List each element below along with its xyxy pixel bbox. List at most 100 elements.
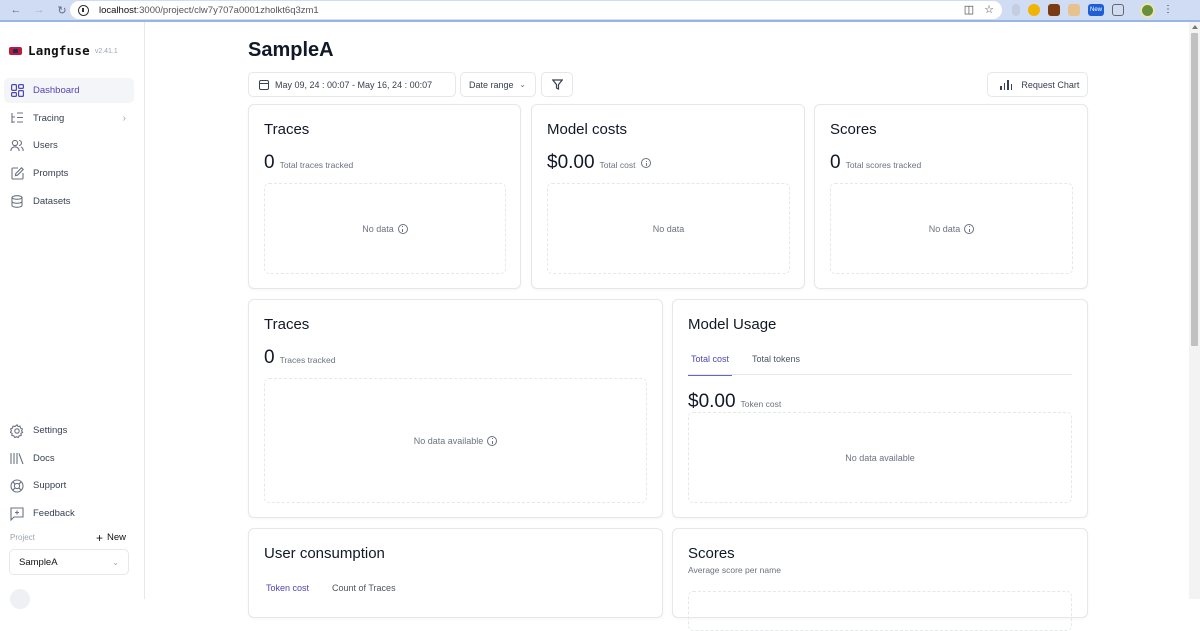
card-subtitle: Average score per name bbox=[688, 565, 781, 575]
app-name: Langfuse bbox=[28, 43, 90, 58]
empty-state: No data bbox=[547, 183, 790, 274]
app-version: v2.41.1 bbox=[94, 48, 118, 55]
metric-label: Traces tracked bbox=[279, 355, 336, 365]
bookmark-star-icon[interactable]: ☆ bbox=[984, 3, 994, 16]
metric-value: 0 bbox=[264, 347, 275, 368]
info-icon[interactable] bbox=[487, 435, 498, 446]
extensions-area: New ⋮ bbox=[1012, 2, 1173, 18]
bar-chart-icon bbox=[1000, 79, 1013, 90]
sidebar-item-docs[interactable]: Docs bbox=[4, 446, 134, 471]
card-title: Model Usage bbox=[688, 316, 777, 333]
tab-total-cost[interactable]: Total cost bbox=[688, 354, 733, 376]
filter-button[interactable] bbox=[541, 72, 573, 97]
metric-label: Total scores tracked bbox=[845, 160, 922, 170]
metric-label: Token cost bbox=[740, 399, 782, 409]
request-chart-label: Request Chart bbox=[1021, 79, 1080, 90]
gear-icon bbox=[10, 423, 24, 438]
info-icon[interactable] bbox=[641, 158, 652, 168]
card-title: Traces bbox=[264, 316, 310, 333]
extensions-puzzle-icon[interactable] bbox=[1112, 4, 1124, 16]
extension-icon[interactable] bbox=[1048, 4, 1060, 16]
scrollbar-thumb[interactable] bbox=[1191, 33, 1198, 346]
sidebar-item-dashboard[interactable]: Dashboard bbox=[4, 78, 134, 103]
url-text: localhost:3000/project/clw7y707a0001zhol… bbox=[99, 4, 319, 16]
card-title: Model costs bbox=[547, 121, 628, 138]
extension-icon[interactable] bbox=[1028, 4, 1040, 16]
extension-icon[interactable] bbox=[1012, 4, 1020, 16]
new-project-button[interactable]: + New bbox=[92, 530, 130, 545]
metric-value: $0.00 bbox=[688, 391, 736, 412]
sidebar: Langfuse v2.41.1 Dashboard Tracing › Use… bbox=[0, 22, 145, 609]
feedback-icon bbox=[10, 507, 24, 521]
new-project-label: New bbox=[107, 532, 127, 543]
chevron-right-icon[interactable]: › bbox=[123, 113, 126, 124]
empty-state: No data available bbox=[688, 412, 1072, 503]
info-icon[interactable] bbox=[397, 223, 408, 234]
datasets-icon bbox=[10, 194, 24, 208]
project-label: Project bbox=[10, 533, 35, 542]
dashboard-icon bbox=[10, 84, 24, 98]
site-info-icon[interactable] bbox=[78, 4, 89, 16]
sidebar-item-settings[interactable]: Settings bbox=[4, 418, 134, 443]
date-range-select[interactable]: Date range ⌄ bbox=[460, 72, 536, 97]
card-metric: 0 Total scores tracked bbox=[830, 152, 921, 174]
empty-state: No data bbox=[264, 183, 506, 274]
date-range-picker[interactable]: May 09, 24 : 00:07 - May 16, 24 : 00:07 bbox=[248, 72, 456, 97]
scores-chart-card: Scores Average score per name bbox=[672, 528, 1088, 631]
tab-total-tokens[interactable]: Total tokens bbox=[749, 354, 803, 376]
empty-state: No data bbox=[830, 183, 1073, 274]
project-select-value: SampleA bbox=[19, 556, 58, 568]
sidebar-item-users[interactable]: Users bbox=[4, 133, 134, 158]
sidebar-item-label: Users bbox=[33, 140, 58, 152]
model-usage-tabs: Total cost Total tokens bbox=[688, 354, 820, 376]
metric-value: 0 bbox=[264, 152, 275, 173]
empty-state-text: No data available bbox=[845, 452, 915, 463]
page-title: SampleA bbox=[248, 39, 334, 61]
library-icon bbox=[10, 451, 24, 465]
card-title: User consumption bbox=[264, 545, 385, 562]
info-icon[interactable] bbox=[964, 223, 975, 234]
sidebar-item-label: Datasets bbox=[33, 195, 71, 207]
browser-toolbar: ← → ↻ localhost:3000/project/clw7y707a00… bbox=[0, 0, 1200, 20]
sidebar-item-label: Tracing bbox=[33, 112, 65, 124]
card-metric: $0.00 Token cost bbox=[688, 391, 781, 413]
card-metric: $0.00 Total cost bbox=[547, 152, 652, 174]
sidebar-item-tracing[interactable]: Tracing › bbox=[4, 106, 134, 131]
langfuse-logo-icon bbox=[9, 46, 22, 55]
profile-avatar[interactable] bbox=[1140, 2, 1155, 18]
back-icon[interactable]: ← bbox=[9, 3, 23, 17]
sidebar-item-prompts[interactable]: Prompts bbox=[4, 161, 134, 186]
sidebar-item-label: Support bbox=[33, 480, 67, 492]
address-bar[interactable]: localhost:3000/project/clw7y707a0001zhol… bbox=[70, 1, 1002, 19]
empty-state-text: No data bbox=[362, 223, 394, 234]
request-chart-button[interactable]: Request Chart bbox=[987, 72, 1088, 97]
project-select[interactable]: SampleA ⌄ bbox=[9, 549, 129, 575]
divider bbox=[688, 374, 1072, 375]
date-range-value: May 09, 24 : 00:07 - May 16, 24 : 00:07 bbox=[275, 79, 433, 90]
empty-state bbox=[688, 591, 1072, 631]
extension-icon[interactable] bbox=[1068, 4, 1080, 16]
calendar-icon bbox=[259, 79, 269, 90]
sidebar-item-datasets[interactable]: Datasets bbox=[4, 189, 134, 214]
tab-token-cost[interactable]: Token cost bbox=[263, 583, 312, 603]
scroll-up-icon[interactable] bbox=[1192, 25, 1198, 29]
model-usage-card: Model Usage Total cost Total tokens $0.0… bbox=[672, 299, 1088, 518]
translate-icon[interactable]: ◫ bbox=[964, 3, 974, 16]
sidebar-item-support[interactable]: Support bbox=[4, 473, 134, 498]
card-title: Scores bbox=[830, 121, 877, 138]
avatar[interactable] bbox=[10, 589, 30, 609]
logo[interactable]: Langfuse v2.41.1 bbox=[9, 43, 118, 58]
sidebar-item-label: Settings bbox=[33, 425, 68, 436]
chrome-menu-icon[interactable]: ⋮ bbox=[1163, 4, 1173, 16]
tab-count-of-traces[interactable]: Count of Traces bbox=[329, 583, 399, 603]
reload-icon[interactable]: ↻ bbox=[55, 3, 69, 17]
extension-new-icon[interactable]: New bbox=[1088, 4, 1104, 16]
filter-icon bbox=[551, 79, 563, 90]
card-title: Traces bbox=[264, 121, 310, 138]
user-consumption-card: User consumption Token cost Count of Tra… bbox=[248, 528, 663, 618]
forward-icon[interactable]: → bbox=[32, 3, 46, 17]
plus-icon: + bbox=[96, 530, 104, 545]
page-scrollbar[interactable] bbox=[1189, 22, 1200, 599]
main-nav: Dashboard Tracing › Users Prompts Datase… bbox=[4, 78, 134, 216]
sidebar-item-feedback[interactable]: Feedback bbox=[4, 501, 134, 526]
